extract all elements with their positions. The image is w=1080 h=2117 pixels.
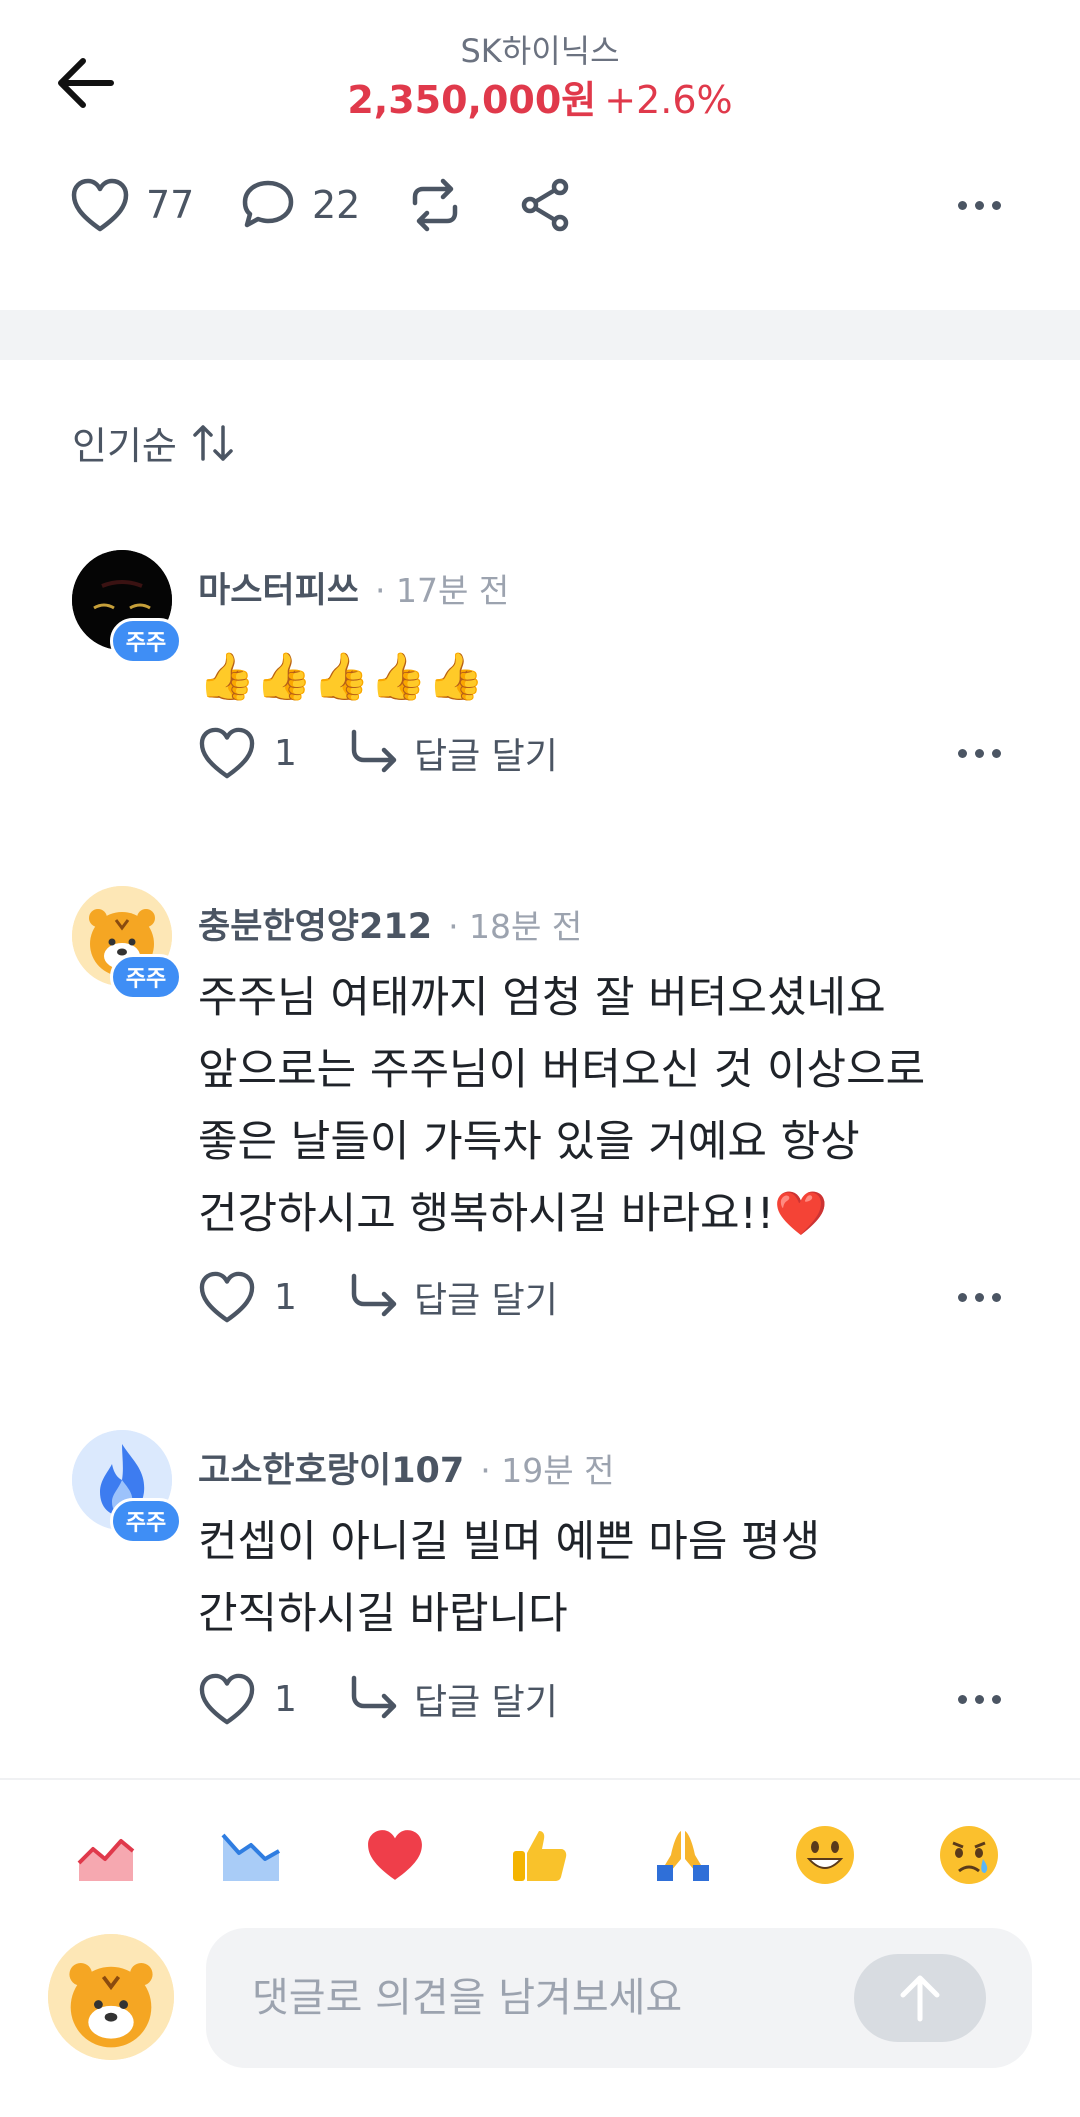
comment-more-button[interactable] (958, 1293, 1001, 1302)
reply-label: 답글 달기 (414, 1280, 558, 1321)
comment-line: 간직하시길 바랍니다 (198, 1589, 568, 1639)
comment-count: 22 (312, 183, 361, 227)
comment-more-button[interactable] (958, 749, 1001, 758)
comment-line: 좋은 날들이 가득차 있을 거예요 항상 (198, 1117, 860, 1167)
chart-up-icon[interactable] (72, 1820, 142, 1890)
stock-price: 2,350,000원 (347, 78, 597, 122)
timestamp: · 19분 전 (480, 1450, 615, 1490)
comment-input[interactable]: 댓글로 의견을 남겨보세요 (206, 1928, 1032, 2068)
comment-button[interactable]: 22 (240, 170, 360, 240)
comment-meta: 고소한호랑이107 · 19분 전 (198, 1442, 614, 1493)
repost-button[interactable] (405, 170, 465, 240)
comment-actions: 1 답글 달기 (198, 723, 1018, 783)
stock-title[interactable]: SK하이닉스 2,350,000원 +2.6% (0, 30, 1080, 128)
reply-arrow-icon (351, 729, 397, 773)
section-divider (0, 310, 1080, 360)
tearful-icon[interactable] (934, 1820, 1004, 1890)
comment-line: 컨셉이 아니길 빌며 예쁜 마음 평생 (198, 1517, 821, 1567)
comment-input-bar: 댓글로 의견을 남겨보세요 (0, 1920, 1080, 2117)
more-options-button[interactable] (958, 201, 1001, 210)
arrow-up-icon (900, 1975, 940, 2022)
reply-label: 답글 달기 (414, 1682, 558, 1723)
heart-outline-icon (199, 727, 255, 779)
reply-button[interactable]: 답글 달기 (348, 1669, 558, 1729)
username[interactable]: 마스터피쓰 (198, 562, 359, 613)
comment-actions: 1 답글 달기 (198, 1669, 1018, 1729)
comment-meta: 마스터피쓰 · 17분 전 (198, 562, 509, 613)
post-actions: 77 22 (70, 170, 1010, 240)
stock-change: +2.6% (604, 78, 733, 122)
comment-like-count: 1 (274, 1276, 297, 1318)
timestamp: · 18분 전 (448, 906, 583, 946)
comment-like-button[interactable]: 1 (198, 1669, 297, 1729)
comment-more-button[interactable] (958, 1695, 1001, 1704)
stock-name: SK하이닉스 (460, 32, 620, 70)
heart-outline-icon (71, 178, 129, 232)
reply-button[interactable]: 답글 달기 (348, 723, 558, 783)
comment-input-placeholder: 댓글로 의견을 남겨보세요 (252, 1975, 683, 2021)
shareholder-badge: 주주 (110, 618, 182, 664)
sort-toggle[interactable]: 인기순 (72, 415, 235, 470)
reaction-bar (0, 1778, 1080, 1908)
repost-icon (412, 178, 458, 232)
smile-icon[interactable] (790, 1820, 860, 1890)
comment-like-count: 1 (274, 732, 297, 774)
comment-like-button[interactable]: 1 (198, 1267, 297, 1327)
comment-like-count: 1 (274, 1678, 297, 1720)
share-icon (521, 178, 569, 232)
reply-button[interactable]: 답글 달기 (348, 1267, 558, 1327)
comment-line: 건강하시고 행복하시길 바라요!!❤️ (198, 1189, 828, 1239)
username[interactable]: 고소한호랑이107 (198, 1442, 464, 1493)
comment-actions: 1 답글 달기 (198, 1267, 1018, 1327)
heart-outline-icon (199, 1271, 255, 1323)
sort-arrows-icon (193, 424, 233, 461)
comment-text: 👍👍👍👍👍 (198, 649, 485, 703)
send-button[interactable] (854, 1954, 986, 2042)
tiger-icon (48, 1934, 174, 2060)
comment-meta: 충분한영양212 · 18분 전 (198, 898, 582, 949)
thumbs-up-icon[interactable] (504, 1820, 574, 1890)
heart-icon[interactable] (360, 1820, 430, 1890)
heart-outline-icon (199, 1673, 255, 1725)
sort-label: 인기순 (72, 424, 177, 468)
speech-bubble-icon (242, 180, 294, 228)
reply-label: 답글 달기 (414, 736, 558, 777)
my-avatar[interactable] (48, 1934, 174, 2060)
timestamp: · 17분 전 (375, 570, 510, 610)
like-count: 77 (146, 183, 195, 227)
shareholder-badge: 주주 (110, 954, 182, 1000)
comment-line: 앞으로는 주주님이 버텨오신 것 이상으로 (198, 1045, 926, 1095)
comment-text: 컨셉이 아니길 빌며 예쁜 마음 평생 간직하시길 바랍니다 (198, 1506, 1018, 1650)
reply-arrow-icon (351, 1675, 397, 1719)
username[interactable]: 충분한영양212 (198, 898, 432, 949)
comment-like-button[interactable]: 1 (198, 723, 297, 783)
reply-arrow-icon (351, 1273, 397, 1317)
share-button[interactable] (518, 170, 574, 240)
comment-text: 주주님 여태까지 엄청 잘 버텨오셨네요 앞으로는 주주님이 버텨오신 것 이상… (198, 962, 1018, 1250)
stock-price-line: 2,350,000원 +2.6% (0, 72, 1080, 128)
top-bar: SK하이닉스 2,350,000원 +2.6% (0, 0, 1080, 160)
shareholder-badge: 주주 (110, 1498, 182, 1544)
like-button[interactable]: 77 (70, 170, 194, 240)
pray-icon[interactable] (648, 1820, 718, 1890)
chart-down-icon[interactable] (216, 1820, 286, 1890)
comment-line: 주주님 여태까지 엄청 잘 버텨오셨네요 (198, 973, 886, 1023)
